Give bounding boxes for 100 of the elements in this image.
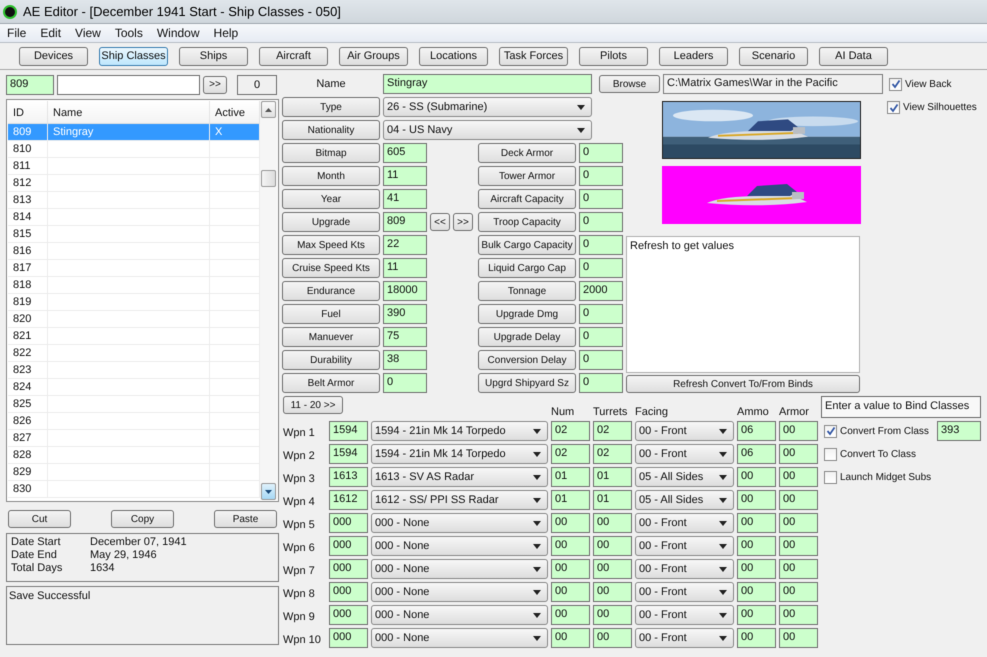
armor-field[interactable]: 00 [779,467,818,487]
toolbar-button[interactable]: AI Data [819,46,888,66]
menu-item[interactable]: Window [152,26,205,40]
weapon-id-field[interactable]: 000 [329,536,368,556]
weapon-id-field[interactable]: 000 [329,582,368,602]
field-button[interactable]: Fuel [282,304,380,324]
value-field[interactable]: 390 [383,304,427,324]
value-field[interactable]: 2000 [579,281,623,301]
page-button[interactable]: 11 - 20 >> [283,396,343,414]
menu-item[interactable]: Help [208,26,244,40]
turrets-field[interactable]: 02 [593,444,632,464]
toolbar-button[interactable]: Ship Classes [99,46,168,66]
ammo-field[interactable]: 06 [737,444,776,464]
checkbox[interactable]: View Silhouettes [887,101,977,114]
weapon-dropdown[interactable]: 1594 - 21in Mk 14 Torpedo [371,421,548,441]
facing-dropdown[interactable]: 00 - Front [635,605,734,625]
field-button[interactable]: Belt Armor [282,373,380,393]
turrets-field[interactable]: 00 [593,536,632,556]
ammo-field[interactable]: 00 [737,628,776,648]
turrets-field[interactable]: 00 [593,559,632,579]
type-dropdown[interactable]: 26 - SS (Submarine) [383,97,592,117]
value-field[interactable]: 0 [579,189,623,209]
toolbar-button[interactable]: Scenario [739,46,808,66]
num-field[interactable]: 00 [551,559,590,579]
go-button[interactable]: >> [203,76,227,94]
type-button[interactable]: Type [282,97,380,117]
facing-dropdown[interactable]: 00 - Front [635,513,734,533]
weapon-id-field[interactable]: 000 [329,559,368,579]
id-field[interactable]: 809 [6,74,54,94]
list-row[interactable]: 816 [8,243,260,260]
value-field[interactable]: 0 [579,143,623,163]
num-field[interactable]: 02 [551,444,590,464]
value-field[interactable]: 11 [383,166,427,186]
list-row[interactable]: 818 [8,277,260,294]
field-button[interactable]: Year [282,189,380,209]
field-button[interactable]: Upgrade [282,212,380,232]
field-button[interactable]: Deck Armor [478,143,576,163]
num-field[interactable]: 01 [551,490,590,510]
list-row[interactable]: 825 [8,396,260,413]
turrets-field[interactable]: 00 [593,605,632,625]
list-row[interactable]: 829 [8,464,260,481]
value-field[interactable]: 0 [579,373,623,393]
armor-field[interactable]: 00 [779,490,818,510]
column-header[interactable]: Name [48,101,210,123]
weapon-dropdown[interactable]: 1613 - SV AS Radar [371,467,548,487]
field-button[interactable]: Bitmap [282,143,380,163]
field-button[interactable]: Tower Armor [478,166,576,186]
clipboard-button[interactable]: Copy [111,510,174,528]
list-row[interactable]: 826 [8,413,260,430]
weapon-dropdown[interactable]: 1594 - 21in Mk 14 Torpedo [371,444,548,464]
num-field[interactable]: 00 [551,605,590,625]
toolbar-button[interactable]: Task Forces [499,46,568,66]
value-field[interactable]: 0 [579,327,623,347]
class-field[interactable]: 393 [937,421,981,441]
menu-item[interactable]: View [70,26,106,40]
refresh-binds-button[interactable]: Refresh Convert To/From Binds [626,375,860,393]
value-field[interactable]: 0 [579,212,623,232]
checkbox[interactable]: View Back [889,78,952,90]
nationality-dropdown[interactable]: 04 - US Navy [383,120,592,140]
clipboard-button[interactable]: Cut [8,510,71,528]
value-field[interactable]: 0 [579,350,623,370]
weapon-dropdown[interactable]: 000 - None [371,559,548,579]
ammo-field[interactable]: 00 [737,490,776,510]
value-field[interactable]: 41 [383,189,427,209]
weapon-dropdown[interactable]: 1612 - SS/ PPI SS Radar [371,490,548,510]
armor-field[interactable]: 00 [779,628,818,648]
num-field[interactable]: 02 [551,421,590,441]
browse-button[interactable]: Browse [599,75,660,93]
field-button[interactable]: Durability [282,350,380,370]
facing-dropdown[interactable]: 00 - Front [635,582,734,602]
facing-dropdown[interactable]: 05 - All Sides [635,490,734,510]
field-button[interactable]: Month [282,166,380,186]
nationality-button[interactable]: Nationality [282,120,380,140]
weapon-dropdown[interactable]: 000 - None [371,628,548,648]
ammo-field[interactable]: 06 [737,421,776,441]
toolbar-button[interactable]: Locations [419,46,488,66]
checkbox[interactable]: Launch Midget Subs [824,470,932,484]
toolbar-button[interactable]: Ships [179,46,248,66]
list-row[interactable]: 824 [8,379,260,396]
toolbar-button[interactable]: Pilots [579,46,648,66]
nav-button[interactable]: << [430,213,450,231]
armor-field[interactable]: 00 [779,513,818,533]
column-header[interactable]: ID [8,101,48,123]
scroll-up-button[interactable] [261,101,276,118]
value-field[interactable]: 22 [383,235,427,255]
toolbar-button[interactable]: Aircraft [259,46,328,66]
list-row[interactable]: 823 [8,362,260,379]
list-row[interactable]: 810 [8,141,260,158]
field-button[interactable]: Upgrd Shipyard Sz [478,373,576,393]
value-field[interactable]: 18000 [383,281,427,301]
turrets-field[interactable]: 00 [593,582,632,602]
toolbar-button[interactable]: Air Groups [339,46,408,66]
turrets-field[interactable]: 01 [593,490,632,510]
facing-dropdown[interactable]: 00 - Front [635,421,734,441]
weapon-id-field[interactable]: 1594 [329,421,368,441]
weapon-id-field[interactable]: 000 [329,605,368,625]
num-field[interactable]: 00 [551,628,590,648]
ammo-field[interactable]: 00 [737,467,776,487]
scroll-thumb[interactable] [261,170,276,187]
weapon-id-field[interactable]: 1613 [329,467,368,487]
